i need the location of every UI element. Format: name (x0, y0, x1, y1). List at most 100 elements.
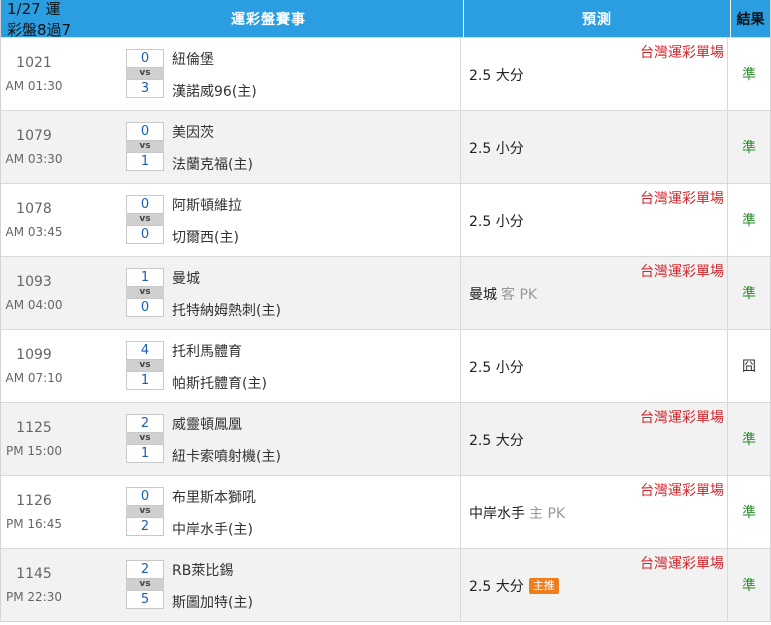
table-row: 1099 AM 07:10 4 vs 1 托利馬體育 帕斯托體育(主) 2.5 … (1, 329, 770, 402)
away-score: 0 (126, 49, 164, 68)
match-code: 1099 (16, 347, 52, 363)
home-team: 法蘭克福(主) (172, 157, 253, 173)
match-time-cell: 1093 AM 04:00 (1, 257, 67, 329)
prediction-pick: 2.5 小分 (469, 211, 524, 231)
match-code: 1078 (16, 201, 52, 217)
score-box: 2 vs 1 (126, 414, 164, 463)
table-row: 1079 AM 03:30 0 vs 1 美因茨 法蘭克福(主) 2.5 小分 … (1, 110, 770, 183)
result-text: 準 (742, 432, 756, 448)
match-cell: 0 vs 1 美因茨 法蘭克福(主) (67, 111, 461, 183)
result-text: 準 (742, 213, 756, 229)
match-code: 1145 (16, 566, 52, 582)
table-header: 1/27 運彩盤8過7 運彩盤賽事 預測 結果 (1, 0, 770, 39)
match-code: 1021 (16, 55, 52, 71)
pick-text: 2.5 小分 (469, 360, 524, 376)
away-team: 托利馬體育 (172, 344, 242, 360)
away-score: 2 (126, 560, 164, 579)
match-code: 1125 (16, 420, 52, 436)
home-score: 1 (126, 444, 164, 463)
away-score: 0 (126, 122, 164, 141)
table-row: 1145 PM 22:30 2 vs 5 RB萊比錫 斯圖加特(主) 台灣運彩單… (1, 548, 770, 621)
match-cell: 4 vs 1 托利馬體育 帕斯托體育(主) (67, 330, 461, 402)
home-score: 5 (126, 590, 164, 609)
home-team: 斯圖加特(主) (172, 595, 253, 611)
away-score: 0 (126, 195, 164, 214)
pick-text: 2.5 大分 (469, 579, 524, 595)
prediction-pick: 中岸水手 主 PK (469, 503, 565, 523)
away-team: 布里斯本獅吼 (172, 490, 256, 506)
score-box: 4 vs 1 (126, 341, 164, 390)
home-score: 3 (126, 79, 164, 98)
score-box: 1 vs 0 (126, 268, 164, 317)
match-time-cell: 1078 AM 03:45 (1, 184, 67, 256)
match-time: AM 03:30 (5, 152, 63, 166)
vs-label: vs (126, 214, 164, 225)
vs-label: vs (126, 433, 164, 444)
pick-subtext: 主 PK (529, 506, 566, 522)
taiwan-lottery-tag: 台灣運彩單場 (640, 483, 724, 499)
pick-text: 曼城 (469, 287, 497, 303)
match-code: 1093 (16, 274, 52, 290)
away-team: RB萊比錫 (172, 563, 234, 579)
vs-label: vs (126, 579, 164, 590)
home-score: 1 (126, 152, 164, 171)
pick-text: 中岸水手 (469, 506, 525, 522)
match-column-header: 運彩盤賽事 (74, 0, 464, 37)
score-box: 0 vs 1 (126, 122, 164, 171)
table-row: 1021 AM 01:30 0 vs 3 紐倫堡 漢諾威96(主) 台灣運彩單場… (1, 37, 770, 110)
match-code: 1126 (16, 493, 52, 509)
result-text: 準 (742, 286, 756, 302)
vs-label: vs (126, 141, 164, 152)
prediction-column-header: 預測 (464, 0, 731, 37)
prediction-pick: 2.5 小分 (469, 138, 524, 158)
prediction-cell: 台灣運彩單場 2.5 大分 (461, 403, 728, 475)
score-box: 0 vs 2 (126, 487, 164, 536)
match-time: PM 22:30 (6, 590, 62, 604)
match-time: AM 03:45 (5, 225, 63, 239)
home-team: 切爾西(主) (172, 230, 239, 246)
home-team: 中岸水手(主) (172, 522, 253, 538)
pick-text: 2.5 大分 (469, 68, 524, 84)
match-time: PM 16:45 (6, 517, 62, 531)
taiwan-lottery-tag: 台灣運彩單場 (640, 264, 724, 280)
score-box: 2 vs 5 (126, 560, 164, 609)
match-time-cell: 1145 PM 22:30 (1, 549, 67, 621)
result-cell: 準 (728, 403, 770, 475)
away-score: 2 (126, 414, 164, 433)
home-team: 托特納姆熱刺(主) (172, 303, 281, 319)
match-cell: 0 vs 0 阿斯頓維拉 切爾西(主) (67, 184, 461, 256)
date-title: 1/27 運彩盤8過7 (1, 0, 74, 39)
match-time-cell: 1021 AM 01:30 (1, 38, 67, 110)
result-text: 準 (742, 505, 756, 521)
table-body: 1021 AM 01:30 0 vs 3 紐倫堡 漢諾威96(主) 台灣運彩單場… (1, 37, 770, 621)
prediction-cell: 台灣運彩單場 曼城 客 PK (461, 257, 728, 329)
taiwan-lottery-tag: 台灣運彩單場 (640, 410, 724, 426)
vs-label: vs (126, 68, 164, 79)
match-time-cell: 1126 PM 16:45 (1, 476, 67, 548)
result-text: 囧 (742, 359, 756, 375)
home-score: 0 (126, 298, 164, 317)
pick-subtext: 客 PK (501, 287, 538, 303)
prediction-pick: 2.5 大分 主推 (469, 576, 559, 596)
result-cell: 準 (728, 111, 770, 183)
result-text: 準 (742, 67, 756, 83)
table-row: 1126 PM 16:45 0 vs 2 布里斯本獅吼 中岸水手(主) 台灣運彩… (1, 475, 770, 548)
match-time: PM 15:00 (6, 444, 62, 458)
result-cell: 準 (728, 257, 770, 329)
home-score: 1 (126, 371, 164, 390)
prediction-cell: 2.5 小分 (461, 111, 728, 183)
taiwan-lottery-tag: 台灣運彩單場 (640, 45, 724, 61)
result-column-header: 結果 (736, 11, 765, 28)
prediction-pick: 2.5 大分 (469, 65, 524, 85)
match-cell: 2 vs 1 威靈頓鳳凰 紐卡索噴射機(主) (67, 403, 461, 475)
match-code: 1079 (16, 128, 52, 144)
away-team: 曼城 (172, 271, 200, 287)
away-score: 1 (126, 268, 164, 287)
match-time-cell: 1125 PM 15:00 (1, 403, 67, 475)
result-text: 準 (742, 140, 756, 156)
away-team: 威靈頓鳳凰 (172, 417, 242, 433)
match-cell: 0 vs 3 紐倫堡 漢諾威96(主) (67, 38, 461, 110)
table-row: 1078 AM 03:45 0 vs 0 阿斯頓維拉 切爾西(主) 台灣運彩單場… (1, 183, 770, 256)
recommend-badge: 主推 (528, 578, 559, 594)
away-team: 紐倫堡 (172, 52, 214, 68)
